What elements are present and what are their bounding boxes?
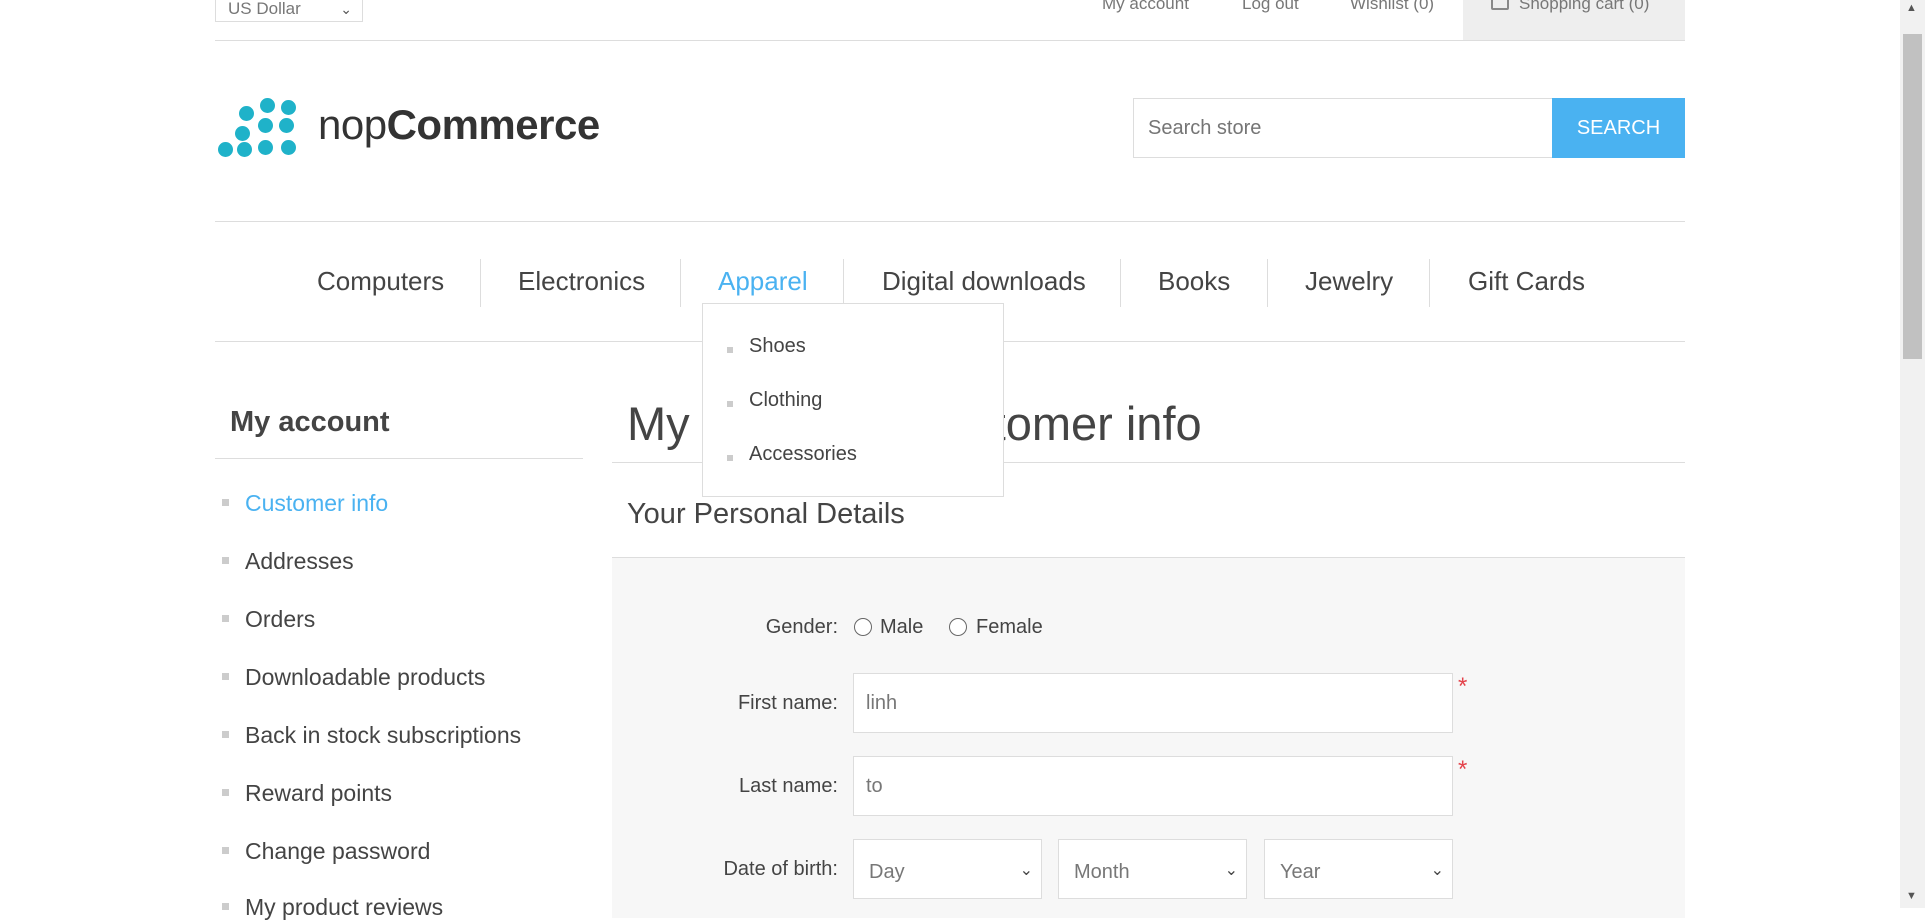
search-button[interactable]: SEARCH — [1552, 98, 1685, 158]
gender-female-label[interactable]: Female — [976, 616, 1043, 639]
scroll-up-arrow-icon[interactable]: ▲ — [1906, 2, 1917, 14]
log-out-link[interactable]: Log out — [1242, 0, 1299, 14]
sidebar-title: My account — [230, 406, 390, 438]
logo-prefix: nop — [318, 101, 387, 148]
dropdown-item-shoes[interactable]: Shoes — [749, 335, 806, 358]
dob-day-select[interactable]: Day ⌄ — [853, 839, 1042, 899]
nav-item-digital-downloads[interactable]: Digital downloads — [882, 266, 1086, 297]
dob-day-value: Day — [869, 861, 905, 883]
required-marker: * — [1458, 673, 1468, 700]
sidebar-item-customer-info[interactable]: Customer info — [245, 490, 388, 517]
sidebar-item-reward-points[interactable]: Reward points — [245, 780, 392, 807]
dob-month-value: Month — [1074, 861, 1130, 883]
bullet-icon — [727, 401, 733, 407]
currency-label: US Dollar — [228, 0, 301, 18]
bullet-icon — [222, 673, 229, 680]
bullet-icon — [222, 847, 229, 854]
chevron-down-icon: ⌄ — [1224, 862, 1238, 879]
chevron-down-icon: ⌄ — [1430, 862, 1444, 879]
bullet-icon — [222, 615, 229, 622]
first-name-field[interactable] — [853, 673, 1453, 733]
nav-divider — [843, 259, 844, 307]
required-marker: * — [1458, 756, 1468, 783]
nav-divider — [680, 259, 681, 307]
wishlist-link[interactable]: Wishlist (0) — [1350, 0, 1434, 14]
dropdown-item-clothing[interactable]: Clothing — [749, 389, 822, 412]
bullet-icon — [727, 455, 733, 461]
bag-icon — [1491, 0, 1509, 10]
bullet-icon — [222, 499, 229, 506]
sidebar-item-addresses[interactable]: Addresses — [245, 548, 354, 575]
scroll-down-arrow-icon[interactable]: ▼ — [1906, 890, 1917, 902]
sidebar-item-downloadable-products[interactable]: Downloadable products — [245, 664, 485, 691]
sidebar-item-back-in-stock[interactable]: Back in stock subscriptions — [245, 722, 521, 749]
nav-item-gift-cards[interactable]: Gift Cards — [1468, 266, 1585, 297]
currency-selector[interactable]: US Dollar ⌄ — [215, 0, 363, 22]
bullet-icon — [222, 731, 229, 738]
first-name-label: First name: — [737, 692, 838, 714]
logo-suffix: Commerce — [386, 101, 601, 148]
dob-label: Date of birth: — [723, 858, 838, 880]
nav-item-books[interactable]: Books — [1158, 266, 1230, 297]
dob-year-value: Year — [1280, 861, 1321, 883]
chevron-down-icon: ⌄ — [340, 1, 352, 17]
search-input[interactable] — [1133, 98, 1553, 158]
nav-divider — [480, 259, 481, 307]
header-divider — [215, 40, 1685, 41]
gender-male-radio[interactable] — [854, 618, 872, 636]
bullet-icon — [727, 347, 733, 353]
bullet-icon — [222, 903, 229, 910]
nav-item-electronics[interactable]: Electronics — [518, 266, 645, 297]
section-title: Your Personal Details — [627, 498, 905, 530]
nav-item-computers[interactable]: Computers — [317, 266, 444, 297]
section-divider — [612, 557, 1685, 558]
gender-male-label[interactable]: Male — [880, 616, 923, 639]
bullet-icon — [222, 557, 229, 564]
sidebar-item-orders[interactable]: Orders — [245, 606, 315, 633]
gender-label: Gender: — [765, 616, 838, 638]
dob-year-select[interactable]: Year ⌄ — [1264, 839, 1453, 899]
chevron-down-icon: ⌄ — [1019, 862, 1033, 879]
bullet-icon — [222, 789, 229, 796]
dob-month-select[interactable]: Month ⌄ — [1058, 839, 1247, 899]
nav-item-apparel[interactable]: Apparel — [718, 266, 808, 297]
dropdown-item-accessories[interactable]: Accessories — [749, 443, 857, 466]
sidebar-item-change-password[interactable]: Change password — [245, 838, 430, 865]
apparel-dropdown: Shoes Clothing Accessories — [702, 303, 1004, 497]
shopping-cart-label: Shopping cart (0) — [1519, 0, 1650, 13]
nav-divider — [1429, 259, 1430, 307]
logo[interactable]: nopCommerce — [318, 101, 600, 149]
nav-item-jewelry[interactable]: Jewelry — [1305, 266, 1393, 297]
last-name-field[interactable] — [853, 756, 1453, 816]
my-account-link[interactable]: My account — [1102, 0, 1189, 14]
header-bottom-divider — [215, 221, 1685, 222]
scrollbar-thumb[interactable] — [1903, 34, 1922, 359]
gender-female-radio[interactable] — [949, 618, 967, 636]
shopping-cart-link[interactable]: Shopping cart (0) — [1463, 0, 1685, 40]
nav-divider — [1120, 259, 1121, 307]
last-name-label: Last name: — [739, 775, 838, 797]
nav-divider — [1267, 259, 1268, 307]
sidebar-divider — [215, 458, 583, 459]
